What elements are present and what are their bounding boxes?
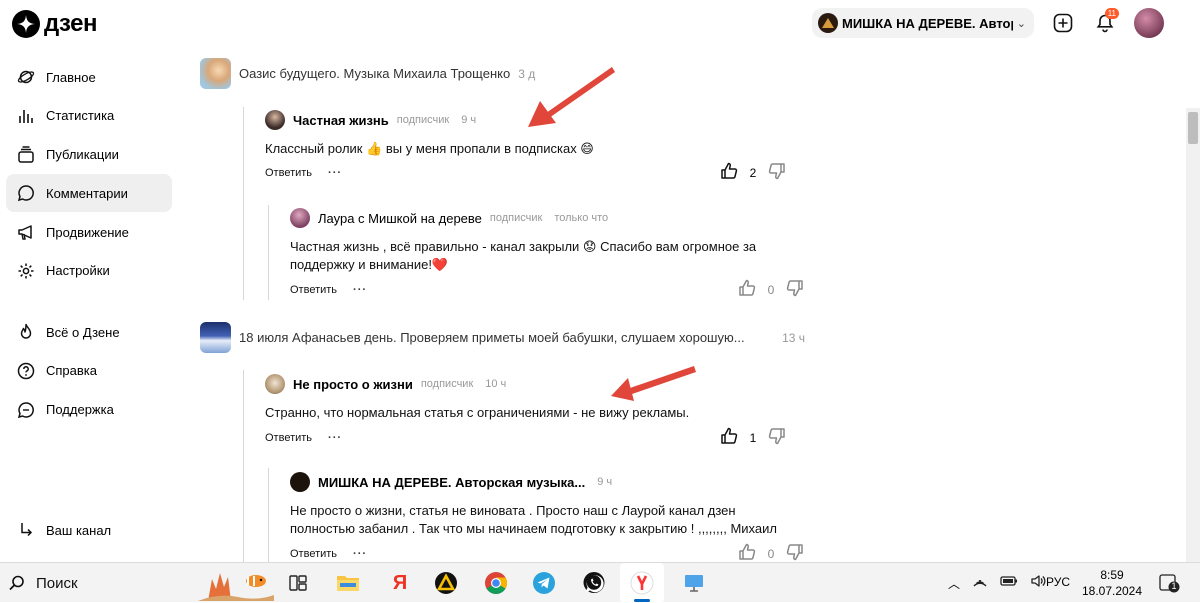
page-scrollbar[interactable] xyxy=(1186,108,1200,562)
input-language[interactable]: РУС xyxy=(1046,575,1070,589)
notification-center-count: 1 xyxy=(1171,581,1177,591)
clock-date: 18.07.2024 xyxy=(1081,584,1143,598)
delta-icon[interactable] xyxy=(432,569,460,597)
chevron-up-icon[interactable]: ︿ xyxy=(948,575,960,592)
telegram-icon[interactable] xyxy=(530,569,558,597)
annotation-arrow xyxy=(611,366,696,401)
search-label: Поиск xyxy=(36,574,78,592)
clock-time: 8:59 xyxy=(1100,568,1124,582)
annotation-arrow xyxy=(528,67,615,127)
annotation-arrows xyxy=(528,67,696,401)
search-icon xyxy=(9,575,24,591)
battery-icon[interactable] xyxy=(1000,574,1018,592)
search-highlight-art xyxy=(198,573,274,601)
task-view-icon[interactable] xyxy=(284,569,312,597)
windows-taskbar: Поиск Я ︿ РУС 8:59 18.07.2024 1 xyxy=(0,562,1200,603)
system-clock[interactable]: 8:59 18.07.2024 xyxy=(1080,567,1144,599)
chrome-icon[interactable] xyxy=(482,569,510,597)
file-explorer-icon[interactable] xyxy=(334,569,362,597)
whatsapp-icon[interactable] xyxy=(580,569,608,597)
monitor-icon[interactable] xyxy=(680,569,708,597)
yandex-icon[interactable]: Я xyxy=(386,569,414,597)
yandex-browser-icon[interactable] xyxy=(628,569,656,597)
network-icon[interactable] xyxy=(972,573,988,594)
notification-center-icon[interactable]: 1 xyxy=(1158,572,1180,594)
dzen-app-window: дзен МИШКА НА ДЕРЕВЕ. Автор... ⌄ 11 Глав… xyxy=(0,0,1200,562)
system-tray: ︿ xyxy=(948,563,1046,603)
volume-icon[interactable] xyxy=(1030,573,1046,594)
scrollbar-thumb[interactable] xyxy=(1188,112,1198,144)
